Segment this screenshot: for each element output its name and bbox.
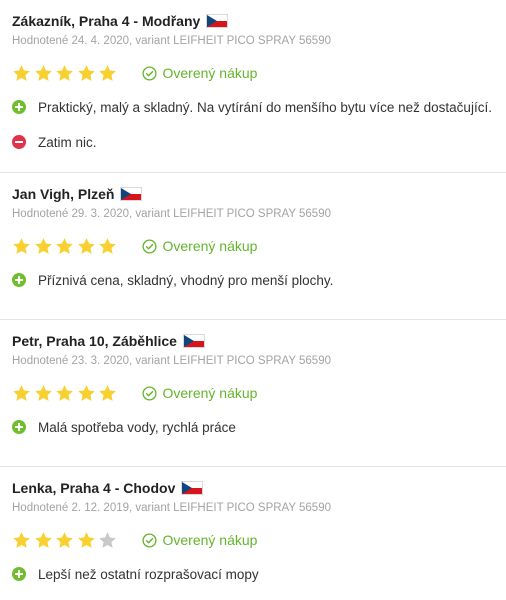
check-circle-icon (141, 532, 157, 548)
review-list: Zákazník, Praha 4 - Modřany Hodnotené 24… (0, 0, 506, 600)
review-pro: Lepší než ostatní rozprašovací mopy (12, 564, 506, 584)
star-filled-icon (12, 237, 31, 256)
star-filled-icon (55, 237, 74, 256)
star-filled-icon (98, 237, 117, 256)
plus-circle-icon (12, 567, 26, 581)
pro-text: Malá spotřeba vody, rychlá práce (38, 419, 236, 435)
czech-flag-icon (120, 187, 143, 201)
star-empty-icon (98, 531, 117, 550)
star-rating (12, 237, 120, 256)
review-meta: Hodnotené 2. 12. 2019, variant LEIFHEIT … (12, 502, 331, 514)
star-filled-icon (34, 531, 53, 550)
pro-text: Praktický, malý a skladný. Na vytírání d… (38, 99, 492, 115)
star-filled-icon (34, 237, 53, 256)
con-text: Zatim nic. (38, 134, 97, 150)
star-filled-icon (55, 64, 74, 83)
author-name: Lenka, Praha 4 - Chodov (12, 480, 176, 496)
author-name: Zákazník, Praha 4 - Modřany (12, 13, 201, 29)
star-filled-icon (55, 531, 74, 550)
star-filled-icon (34, 384, 53, 403)
review-meta: Hodnotené 24. 4. 2020, variant LEIFHEIT … (12, 35, 331, 47)
star-filled-icon (12, 384, 31, 403)
star-filled-icon (77, 64, 96, 83)
rating-row: Overený nákup (12, 235, 506, 257)
pro-text: Lepší než ostatní rozprašovací mopy (38, 566, 259, 582)
author-name: Jan Vigh, Plzeň (12, 186, 115, 202)
czech-flag-icon (181, 481, 204, 495)
star-filled-icon (98, 384, 117, 403)
verified-purchase-badge: Overený nákup (141, 385, 258, 401)
rating-row: Overený nákup (12, 62, 506, 84)
verified-purchase-badge: Overený nákup (141, 238, 258, 254)
review-header: Jan Vigh, Plzeň (12, 183, 506, 205)
star-rating (12, 531, 120, 550)
review-header: Petr, Praha 10, Záběhlice (12, 330, 506, 352)
verified-label: Overený nákup (162, 532, 258, 548)
check-circle-icon (141, 385, 157, 401)
minus-circle-icon (12, 135, 26, 149)
star-rating (12, 384, 120, 403)
plus-circle-icon (12, 273, 26, 287)
review-meta: Hodnotené 29. 3. 2020, variant LEIFHEIT … (12, 208, 331, 220)
rating-row: Overený nákup (12, 382, 506, 404)
plus-circle-icon (12, 420, 26, 434)
review-pro: Praktický, malý a skladný. Na vytírání d… (12, 97, 506, 117)
star-filled-icon (12, 64, 31, 83)
check-circle-icon (141, 238, 157, 254)
star-filled-icon (98, 64, 117, 83)
star-filled-icon (77, 384, 96, 403)
pro-text: Příznivá cena, skladný, vhodný pro menší… (38, 272, 334, 288)
rating-row: Overený nákup (12, 529, 506, 551)
review-meta: Hodnotené 23. 3. 2020, variant LEIFHEIT … (12, 355, 331, 367)
star-filled-icon (12, 531, 31, 550)
review-item: Lenka, Praha 4 - Chodov Hodnotené 2. 12.… (0, 467, 506, 600)
verified-purchase-badge: Overený nákup (141, 65, 258, 81)
czech-flag-icon (182, 334, 205, 348)
review-header: Zákazník, Praha 4 - Modřany (12, 10, 506, 32)
verified-purchase-badge: Overený nákup (141, 532, 258, 548)
review-item: Petr, Praha 10, Záběhlice Hodnotené 23. … (0, 320, 506, 467)
review-item: Jan Vigh, Plzeň Hodnotené 29. 3. 2020, v… (0, 173, 506, 320)
verified-label: Overený nákup (162, 238, 258, 254)
czech-flag-icon (206, 14, 229, 28)
star-filled-icon (77, 237, 96, 256)
check-circle-icon (141, 65, 157, 81)
review-item: Zákazník, Praha 4 - Modřany Hodnotené 24… (0, 0, 506, 173)
star-filled-icon (55, 384, 74, 403)
star-filled-icon (34, 64, 53, 83)
verified-label: Overený nákup (162, 65, 258, 81)
review-con: Zatim nic. (12, 132, 506, 152)
review-header: Lenka, Praha 4 - Chodov (12, 477, 506, 499)
review-pro: Příznivá cena, skladný, vhodný pro menší… (12, 270, 506, 290)
plus-circle-icon (12, 100, 26, 114)
star-filled-icon (77, 531, 96, 550)
star-rating (12, 64, 120, 83)
verified-label: Overený nákup (162, 385, 258, 401)
author-name: Petr, Praha 10, Záběhlice (12, 333, 177, 349)
review-pro: Malá spotřeba vody, rychlá práce (12, 417, 506, 437)
